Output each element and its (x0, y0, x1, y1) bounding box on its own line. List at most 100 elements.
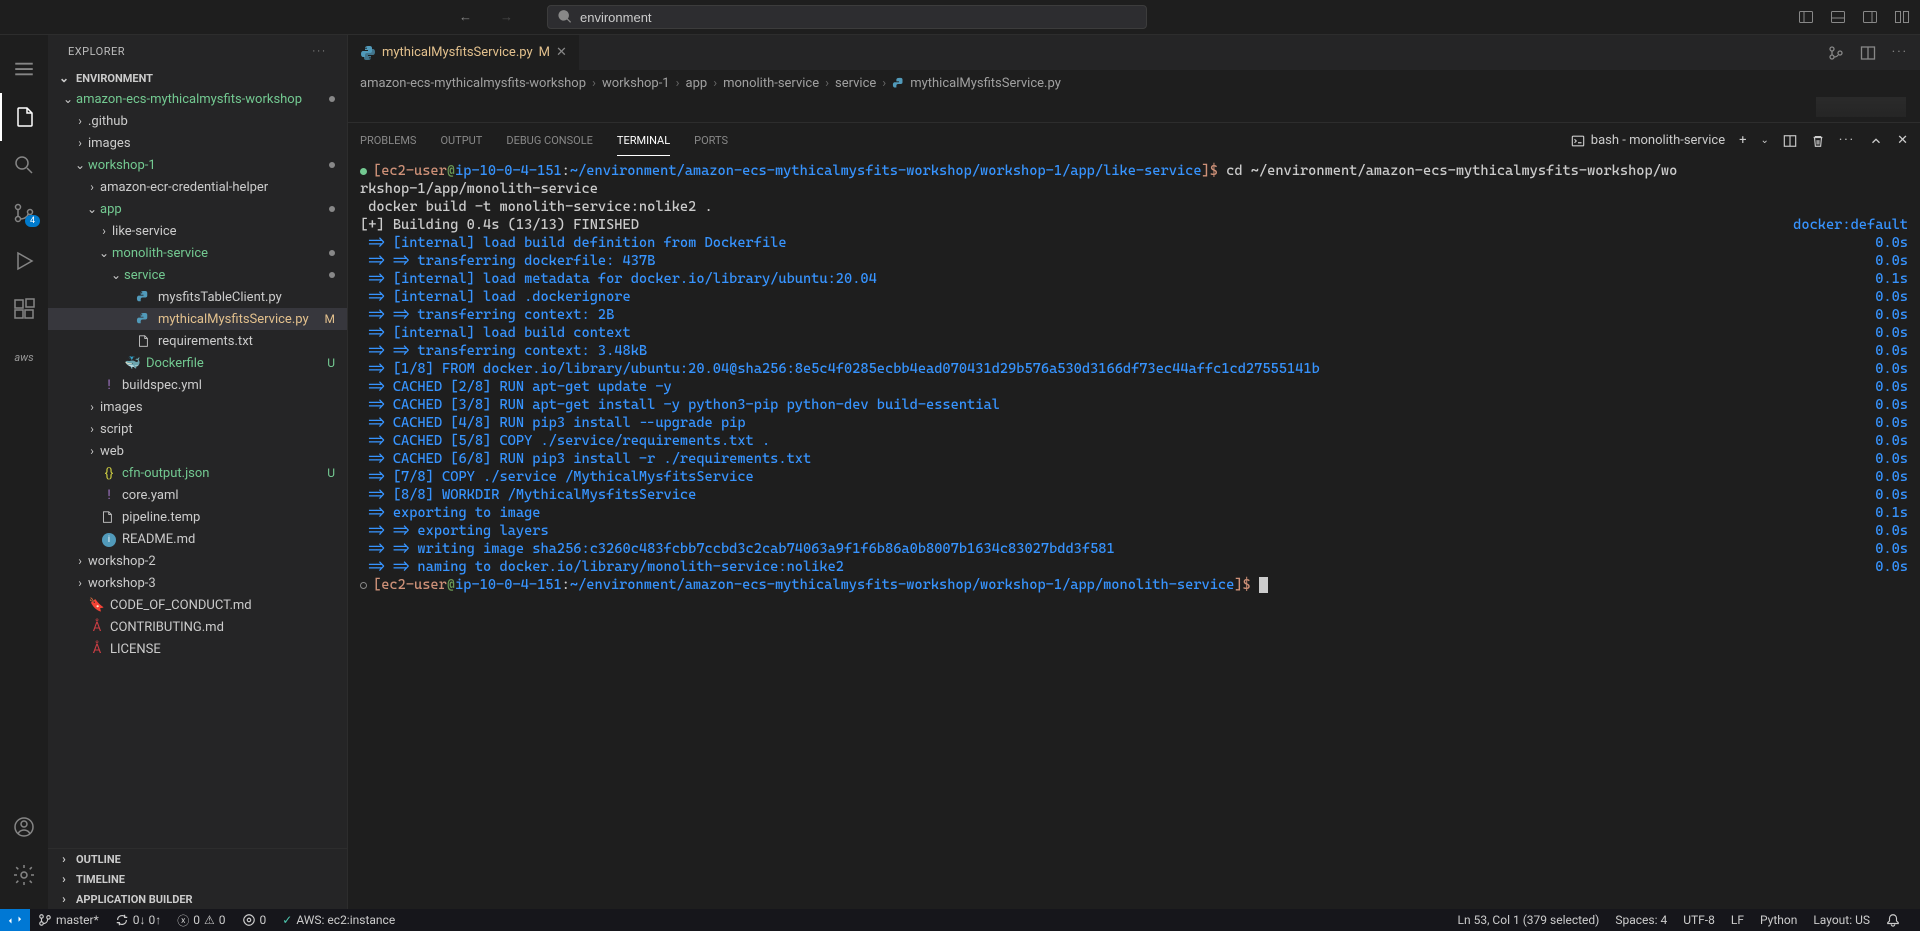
file-tree-folder[interactable]: ⌄app (48, 198, 347, 220)
panel-more-icon[interactable]: ··· (1839, 133, 1855, 148)
minimap[interactable] (1816, 97, 1906, 117)
layout-panel-bottom-icon[interactable] (1830, 9, 1846, 25)
file-tree-folder[interactable]: ›workshop-3 (48, 572, 347, 594)
breadcrumb-item[interactable]: app (686, 76, 708, 91)
file-tree-folder[interactable]: ⌄amazon-ecs-mythicalmysfits-workshop (48, 88, 347, 110)
file-tree-file[interactable]: ÅLICENSE (48, 638, 347, 660)
tab-mythicalmysfitsservice[interactable]: mythicalMysfitsService.py M ✕ (348, 35, 580, 70)
status-cursor-position[interactable]: Ln 53, Col 1 (379 selected) (1450, 913, 1608, 927)
customize-layout-icon[interactable] (1894, 9, 1910, 25)
tree-item-label: workshop-1 (88, 158, 329, 173)
editor-content[interactable] (348, 97, 1920, 122)
search-input[interactable] (580, 10, 1136, 25)
section-outline[interactable]: ›OUTLINE (48, 849, 347, 869)
split-editor-icon[interactable] (1860, 45, 1876, 61)
status-branch[interactable]: master* (30, 913, 107, 927)
breadcrumb-item[interactable]: workshop-1 (602, 76, 670, 91)
status-problems[interactable]: ⓧ0 ⚠0 (169, 912, 233, 929)
python-file-icon (136, 312, 154, 327)
file-tree-folder[interactable]: ⌄service (48, 264, 347, 286)
file-tree-file[interactable]: pipeline.temp (48, 506, 347, 528)
status-indentation[interactable]: Spaces: 4 (1607, 913, 1675, 927)
breadcrumb-item[interactable]: service (835, 76, 876, 91)
status-encoding[interactable]: UTF-8 (1675, 913, 1723, 927)
file-tree-folder[interactable]: ⌄workshop-1 (48, 154, 347, 176)
activity-search[interactable] (0, 141, 48, 189)
breadcrumbs[interactable]: amazon-ecs-mythicalmysfits-workshop›work… (348, 70, 1920, 97)
activity-aws[interactable]: aws (0, 333, 48, 381)
nav-back-button[interactable]: ← (455, 5, 476, 29)
activity-extensions[interactable] (0, 285, 48, 333)
file-tree-folder[interactable]: ›images (48, 132, 347, 154)
close-icon[interactable]: ✕ (556, 45, 567, 60)
terminal-line: => [1/8] FROM docker.io/library/ubuntu:2… (360, 360, 1908, 378)
status-language[interactable]: Python (1752, 913, 1805, 927)
file-tree-file[interactable]: !buildspec.yml (48, 374, 347, 396)
file-tree-folder[interactable]: ›amazon-ecr-credential-helper (48, 176, 347, 198)
panel-tab-output[interactable]: OUTPUT (440, 126, 482, 155)
panel-tab-debug-console[interactable]: DEBUG CONSOLE (506, 126, 593, 155)
command-center[interactable] (547, 5, 1147, 29)
file-tree-folder[interactable]: ›web (48, 440, 347, 462)
close-panel-icon[interactable]: ✕ (1897, 133, 1908, 148)
red-file-icon: Å (88, 642, 106, 657)
status-layout[interactable]: Layout: US (1805, 913, 1878, 927)
md-file-icon: 🔖 (88, 598, 106, 613)
terminal-dropdown-icon[interactable]: ⌄ (1761, 135, 1769, 146)
activity-settings[interactable] (0, 851, 48, 899)
terminal-line: => [internal] load build context0.0s (360, 324, 1908, 342)
file-tree-folder[interactable]: ›like-service (48, 220, 347, 242)
status-notifications-icon[interactable] (1878, 913, 1908, 927)
layout-panel-right-icon[interactable] (1862, 9, 1878, 25)
file-tree-file[interactable]: {}cfn-output.jsonU (48, 462, 347, 484)
breadcrumb-item[interactable]: amazon-ecs-mythicalmysfits-workshop (360, 76, 586, 91)
compare-changes-icon[interactable] (1828, 45, 1844, 61)
section-timeline[interactable]: ›TIMELINE (48, 869, 347, 889)
file-tree-file[interactable]: 🔖CODE_OF_CONDUCT.md (48, 594, 347, 616)
tree-item-label: like-service (112, 224, 347, 239)
split-terminal-icon[interactable] (1783, 134, 1797, 148)
breadcrumb-item[interactable]: mythicalMysfitsService.py (910, 76, 1061, 91)
file-tree-file[interactable]: ÅCONTRIBUTING.md (48, 616, 347, 638)
activity-explorer[interactable] (0, 93, 48, 141)
kill-terminal-icon[interactable] (1811, 134, 1825, 148)
activity-accounts[interactable] (0, 803, 48, 851)
section-application-builder[interactable]: ›APPLICATION BUILDER (48, 889, 347, 909)
chevron-down-icon: ⌄ (72, 158, 88, 172)
terminal-line: => [internal] load metadata for docker.i… (360, 270, 1908, 288)
file-tree-folder[interactable]: ⌄monolith-service (48, 242, 347, 264)
file-tree-folder[interactable]: ›images (48, 396, 347, 418)
file-tree-file[interactable]: iREADME.md (48, 528, 347, 550)
file-tree-folder[interactable]: ›workshop-2 (48, 550, 347, 572)
status-ports[interactable]: 0 (234, 913, 275, 927)
panel-tab-ports[interactable]: PORTS (694, 126, 728, 155)
sidebar-more-icon[interactable]: ··· (312, 45, 327, 58)
activity-source-control[interactable]: 4 (0, 189, 48, 237)
terminal-selector[interactable]: bash - monolith-service (1571, 133, 1725, 148)
activity-run-debug[interactable] (0, 237, 48, 285)
remote-indicator[interactable] (0, 909, 30, 931)
panel-tab-terminal[interactable]: TERMINAL (617, 126, 670, 156)
status-eol[interactable]: LF (1723, 913, 1752, 927)
txt-file-icon (136, 334, 154, 348)
more-actions-icon[interactable]: ··· (1892, 45, 1908, 61)
terminal-content[interactable]: [ec2-user@ip-10-0-4-151:~/environment/am… (348, 158, 1920, 909)
nav-forward-button[interactable]: → (496, 5, 517, 29)
status-sync[interactable]: 0↓ 0↑ (107, 913, 169, 927)
yaml-file-icon: ! (100, 378, 118, 393)
status-aws[interactable]: ✓ AWS: ec2:instance (274, 913, 403, 927)
file-tree-file[interactable]: 🐳DockerfileU (48, 352, 347, 374)
file-tree-file[interactable]: !core.yaml (48, 484, 347, 506)
panel-tab-problems[interactable]: PROBLEMS (360, 126, 416, 155)
new-terminal-icon[interactable]: + (1739, 133, 1746, 148)
section-environment[interactable]: ⌄ ENVIRONMENT (48, 68, 347, 88)
file-tree-file[interactable]: requirements.txt (48, 330, 347, 352)
breadcrumb-item[interactable]: monolith-service (723, 76, 819, 91)
layout-panel-left-icon[interactable] (1798, 9, 1814, 25)
activity-menu[interactable] (0, 45, 48, 93)
maximize-panel-icon[interactable] (1869, 134, 1883, 148)
file-tree-folder[interactable]: ›.github (48, 110, 347, 132)
file-tree-folder[interactable]: ›script (48, 418, 347, 440)
file-tree-file[interactable]: mysfitsTableClient.py (48, 286, 347, 308)
file-tree-file[interactable]: mythicalMysfitsService.pyM (48, 308, 347, 330)
